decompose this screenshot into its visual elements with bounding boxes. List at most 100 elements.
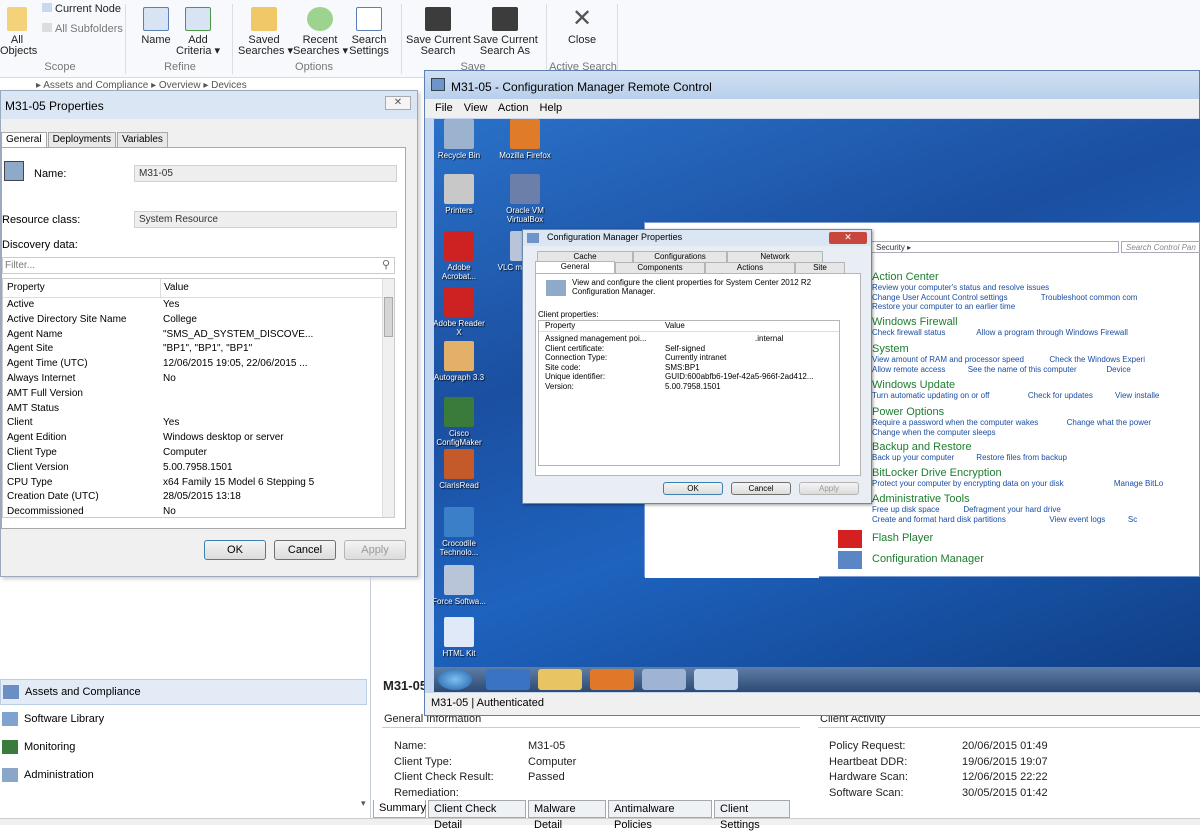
scroll-thumb[interactable] [384,297,393,337]
cancel-button[interactable]: Cancel [274,540,336,560]
desktop-icon-adobe-reader[interactable]: Adobe Reader X [434,287,487,337]
tab-components[interactable]: Components [615,262,705,273]
cp-search-input[interactable]: Search Control Pan [1121,241,1200,253]
cp-link[interactable]: Allow remote access [872,365,945,374]
col-value[interactable]: Value [659,321,839,331]
scrollbar[interactable] [382,279,394,517]
desktop-icon-crocodile[interactable]: Crocodile Technolo... [434,507,487,557]
table-row[interactable]: Version: 5.00.7958.1501 [539,382,839,392]
desktop-icon-force-software[interactable]: Force Softwa... [434,565,487,606]
tab-configurations[interactable]: Configurations [633,251,727,262]
cp-link[interactable]: Change when the computer sleeps [872,428,996,437]
cp-link[interactable]: Manage BitLo [1114,479,1163,488]
cp-link[interactable]: Restore your computer to an earlier time [872,302,1015,311]
tab-client-check-detail[interactable]: Client Check Detail [428,800,526,831]
address-bar[interactable]: Security ▸ [871,241,1119,253]
desktop-icon-clarisread[interactable]: ClarisRead [434,449,487,490]
cp-link[interactable]: Review your computer's status and resolv… [872,283,1049,292]
cancel-button[interactable]: Cancel [731,482,791,495]
cp-heading-windows-firewall[interactable]: Windows Firewall [872,316,958,328]
table-row[interactable]: Agent Edition Windows desktop or server [3,431,394,446]
remote-desktop[interactable]: Recycle Bin Mozilla Firefox Printers Oracle… [434,119,1200,692]
menu-help[interactable]: Help [540,102,563,114]
filter-input[interactable]: Filter... ⚲ [2,257,395,274]
current-node-button[interactable]: Current Node [42,3,121,15]
desktop-icon-virtualbox[interactable]: Oracle VM VirtualBox [497,174,553,224]
tab-site[interactable]: Site [795,262,845,273]
cp-link[interactable]: View amount of RAM and processor speed [872,355,1024,364]
cp-heading-windows-update[interactable]: Windows Update [872,379,955,391]
table-row[interactable]: Agent Name "SMS_AD_SYSTEM_DISCOVE... [3,328,394,343]
desktop-icon-recycle-bin[interactable]: Recycle Bin [434,119,487,160]
tab-deployments[interactable]: Deployments [47,132,116,148]
desktop-icon-cisco-configmaker[interactable]: Cisco ConfigMaker [434,397,487,447]
table-row[interactable]: Client Type Computer [3,446,394,461]
cp-link[interactable]: Change what the power [1067,418,1152,427]
search-settings-button[interactable]: Search Settings [348,4,390,57]
desktop-icon-firefox[interactable]: Mozilla Firefox [497,119,553,160]
tab-client-settings[interactable]: Client Settings [714,800,790,831]
cp-heading-administrative-tools[interactable]: Administrative Tools [872,493,970,505]
cp-link[interactable]: Require a password when the computer wak… [872,418,1038,427]
cp-link[interactable]: Restore files from backup [976,453,1067,462]
all-subfolders-button[interactable]: All Subfolders [42,23,123,35]
close-icon[interactable]: ✕ [829,232,867,244]
tab-variables[interactable]: Variables [116,132,168,148]
recent-searches-button[interactable]: Recent Searches ▾ [293,4,348,57]
tab-actions[interactable]: Actions [705,262,795,273]
desktop-icon-autograph[interactable]: Autograph 3.3 [434,341,487,382]
cp-link[interactable]: Protect your computer by encrypting data… [872,479,1064,488]
col-property[interactable]: Property [3,279,160,297]
apply-button[interactable]: Apply [344,540,406,560]
desktop-icon-html-kit[interactable]: HTML Kit [434,617,487,658]
table-row[interactable]: Unique identifier: GUID:600abfb6-19ef-42a… [539,372,839,382]
table-row[interactable]: Client certificate: Self-signed [539,344,839,354]
table-row[interactable]: Client Yes [3,416,394,431]
control-panel-task-icon[interactable] [642,669,686,690]
cp-link[interactable]: Check firewall status [872,328,945,337]
start-button[interactable] [438,669,472,690]
name-button[interactable]: Name [138,4,174,46]
cp-heading-backup-and-restore[interactable]: Backup and Restore [872,441,972,453]
table-row[interactable]: Client Version 5.00.7958.1501 [3,461,394,476]
cp-link[interactable]: Troubleshoot common com [1041,293,1138,302]
tab-general[interactable]: General [1,132,47,148]
cp-link[interactable]: See the name of this computer [968,365,1077,374]
tab-malware-detail[interactable]: Malware Detail [528,800,606,831]
cp-link[interactable]: Check for updates [1028,391,1093,400]
nav-assets-and-compliance[interactable]: Assets and Compliance [0,679,367,705]
save-current-search-as-button[interactable]: Save Current Search As [473,4,538,57]
save-current-search-button[interactable]: Save Current Search [406,4,471,57]
nav-monitoring[interactable]: Monitoring [0,735,367,761]
cp-link[interactable]: Free up disk space [872,505,940,514]
cp-link[interactable]: Back up your computer [872,453,954,462]
table-row[interactable]: CPU Type x64 Family 15 Model 6 Stepping 5 [3,476,394,491]
table-row[interactable]: Decommissioned No [3,505,394,517]
cp-link[interactable]: View installe [1115,391,1159,400]
menu-view[interactable]: View [464,102,488,114]
cm-properties-task-icon[interactable] [694,669,738,690]
table-row[interactable]: Always Internet No [3,372,394,387]
ok-button[interactable]: OK [204,540,266,560]
internet-explorer-icon[interactable] [486,669,530,690]
tab-antimalware-policies[interactable]: Antimalware Policies [608,800,712,831]
cp-heading-bitlocker-drive-encryption[interactable]: BitLocker Drive Encryption [872,467,1002,479]
tab-network[interactable]: Network [727,251,823,262]
nav-expand-icon[interactable]: ▾ [361,798,366,809]
add-criteria-button[interactable]: Add Criteria ▾ [176,4,220,57]
apply-button[interactable]: Apply [799,482,859,495]
configuration-manager-link[interactable]: Configuration Manager [872,553,984,565]
flash-player-link[interactable]: Flash Player [872,532,933,544]
resource-class-field[interactable]: System Resource [134,211,397,228]
cp-link[interactable]: Defragment your hard drive [963,505,1060,514]
all-objects-button[interactable]: All Objects [0,4,37,57]
ok-button[interactable]: OK [663,482,723,495]
cp-heading-system[interactable]: System [872,343,909,355]
col-value[interactable]: Value [160,279,390,297]
cp-link[interactable]: Turn automatic updating on or off [872,391,989,400]
col-property[interactable]: Property [539,321,659,331]
close-search-button[interactable]: ✕ Close [562,4,602,46]
name-field[interactable]: M31-05 [134,165,397,182]
menu-action[interactable]: Action [498,102,529,114]
cp-link[interactable]: View event logs [1049,515,1105,524]
